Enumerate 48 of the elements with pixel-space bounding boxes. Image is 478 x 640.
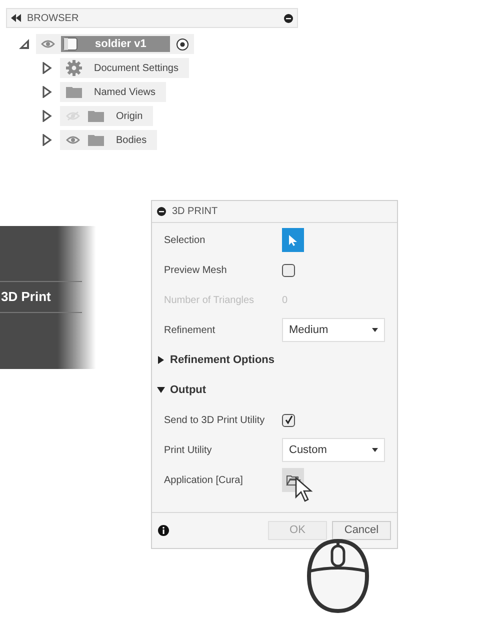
eye-icon[interactable]: [66, 135, 80, 145]
tree-item[interactable]: Document Settings: [60, 58, 188, 78]
section-header[interactable]: Output: [152, 375, 397, 405]
radio-target-icon[interactable]: [176, 38, 190, 50]
dialog-title: 3D PRINT: [172, 205, 218, 219]
gear-icon: [66, 60, 82, 76]
selection-button[interactable]: [282, 228, 304, 252]
dropdown-caret-icon: [372, 448, 378, 452]
field-label: Application [Cura]: [164, 474, 244, 488]
checkbox[interactable]: [282, 414, 295, 426]
panel-title: BROWSER: [27, 12, 80, 26]
expand-arrow-icon[interactable]: [42, 134, 52, 146]
collapsed-triangle-icon[interactable]: [157, 356, 165, 364]
tree-item[interactable]: Origin: [60, 106, 153, 126]
minus-circle-icon[interactable]: [284, 14, 293, 22]
section-header[interactable]: Refinement Options: [152, 345, 397, 375]
folder-icon: [88, 110, 104, 122]
collapse-arrow-icon[interactable]: [18, 38, 30, 50]
triangle-count: 0: [282, 294, 288, 308]
dropdown-caret-icon: [372, 328, 378, 332]
dropdown[interactable]: Medium: [282, 318, 385, 342]
tree-item[interactable]: Named Views: [60, 82, 166, 102]
field-label: Send to 3D Print Utility: [164, 414, 266, 428]
dropdown[interactable]: Custom: [282, 438, 385, 462]
minus-circle-icon[interactable]: [157, 207, 166, 216]
menu-item[interactable]: 3D Print: [1, 287, 51, 307]
expand-arrow-icon[interactable]: [42, 86, 52, 98]
field-label: Print Utility: [164, 444, 213, 458]
field-label: Refinement: [164, 324, 216, 338]
folder-icon: [66, 86, 82, 98]
expand-arrow-icon[interactable]: [42, 110, 52, 122]
info-icon[interactable]: [158, 525, 169, 536]
expanded-triangle-icon[interactable]: [157, 386, 165, 394]
field-label: Number of Triangles: [164, 294, 256, 308]
component-name: soldier v1: [94, 36, 148, 52]
folder-icon: [88, 134, 104, 146]
open-folder-icon: [286, 474, 300, 486]
field-label: Preview Mesh: [164, 264, 228, 278]
mouse-pointer-icon: [295, 477, 313, 503]
collapse-panel-icon[interactable]: [11, 14, 21, 22]
checkbox[interactable]: [282, 264, 295, 276]
tree-item[interactable]: Bodies: [60, 130, 157, 150]
field-label: Selection: [164, 234, 206, 248]
arrow-cursor-icon: [289, 234, 297, 246]
component-icon: [63, 37, 79, 51]
dialog-button[interactable]: Cancel: [332, 521, 391, 540]
expand-arrow-icon[interactable]: [42, 62, 52, 74]
eye-icon[interactable]: [41, 39, 55, 49]
